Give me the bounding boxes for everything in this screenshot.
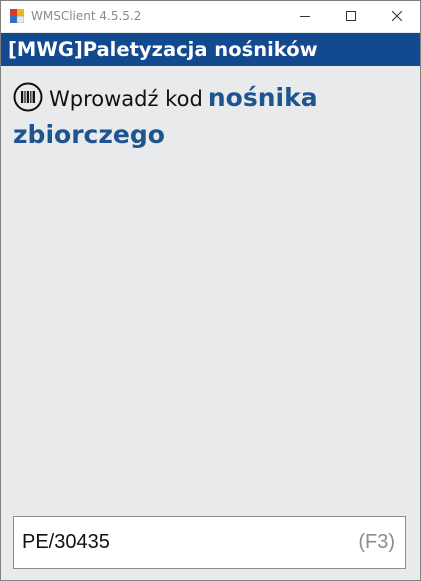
carrier-code-input[interactable]: PE/30435 (F3)	[13, 516, 406, 569]
screen-header: [MWG]Paletyzacja nośników	[1, 33, 420, 66]
maximize-button[interactable]	[328, 1, 374, 32]
window-title: WMSClient 4.5.5.2	[31, 9, 142, 23]
app-window: WMSClient 4.5.5.2 [MWG]Paletyzacja nośni…	[0, 0, 421, 581]
close-icon	[392, 11, 402, 21]
title-bar[interactable]: WMSClient 4.5.5.2	[1, 1, 420, 32]
minimize-button[interactable]	[282, 1, 328, 32]
maximize-icon	[346, 11, 356, 21]
close-button[interactable]	[374, 1, 420, 32]
prompt-normal-text: Wprowadź kod	[49, 87, 203, 111]
barcode-icon	[13, 82, 43, 112]
minimize-icon	[300, 16, 310, 17]
input-value: PE/30435	[22, 531, 110, 553]
prompt-text: Wprowadź kod nośnika zbiorczego	[13, 81, 403, 155]
shortcut-hint: (F3)	[358, 531, 395, 553]
app-icon	[10, 9, 24, 23]
